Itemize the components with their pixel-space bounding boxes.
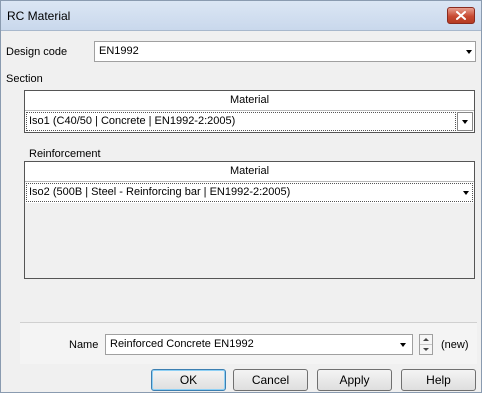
- window-title: RC Material: [7, 9, 71, 23]
- help-button[interactable]: Help: [401, 369, 476, 391]
- name-value: Reinforced Concrete EN1992: [110, 338, 254, 350]
- rc-material-dialog: RC Material Design code EN1992 Section M…: [0, 0, 482, 393]
- design-code-value: EN1992: [99, 45, 139, 57]
- reinforcement-material-grid: Material Iso2 (500B | Steel - Reinforcin…: [24, 161, 475, 279]
- reinforcement-material-cell[interactable]: Iso2 (500B | Steel - Reinforcing bar | E…: [26, 183, 473, 202]
- reinforcement-material-column-header: Material: [25, 162, 474, 182]
- design-code-select[interactable]: EN1992: [94, 41, 476, 62]
- name-input[interactable]: Reinforced Concrete EN1992: [105, 334, 413, 355]
- section-material-row[interactable]: Iso1 (C40/50 | Concrete | EN1992-2:2005): [25, 111, 474, 132]
- name-status: (new): [441, 339, 469, 351]
- apply-button[interactable]: Apply: [317, 369, 392, 391]
- section-material-dropdown-button[interactable]: [457, 112, 473, 131]
- ok-button[interactable]: OK: [151, 369, 226, 391]
- section-material-grid: Material Iso1 (C40/50 | Concrete | EN199…: [24, 90, 475, 133]
- title-bar: RC Material: [1, 1, 481, 31]
- chevron-down-icon[interactable]: [463, 190, 469, 195]
- chevron-down-icon: [466, 49, 472, 54]
- cancel-button[interactable]: Cancel: [233, 369, 308, 391]
- chevron-down-icon: [400, 342, 406, 347]
- section-material-column-header: Material: [25, 91, 474, 111]
- close-button[interactable]: [447, 7, 475, 24]
- section-label: Section: [6, 73, 43, 85]
- reinforcement-label: Reinforcement: [29, 148, 101, 160]
- arrow-down-icon[interactable]: [423, 348, 429, 351]
- spinner-divider: [420, 344, 432, 345]
- reinforcement-material-row[interactable]: Iso2 (500B | Steel - Reinforcing bar | E…: [25, 182, 474, 203]
- chevron-down-icon: [462, 119, 468, 124]
- design-code-label: Design code: [6, 46, 68, 58]
- section-material-cell[interactable]: Iso1 (C40/50 | Concrete | EN1992-2:2005): [26, 112, 456, 131]
- arrow-up-icon[interactable]: [423, 338, 429, 341]
- close-icon: [456, 11, 466, 20]
- name-label: Name: [69, 339, 99, 351]
- name-spinner[interactable]: [419, 334, 433, 355]
